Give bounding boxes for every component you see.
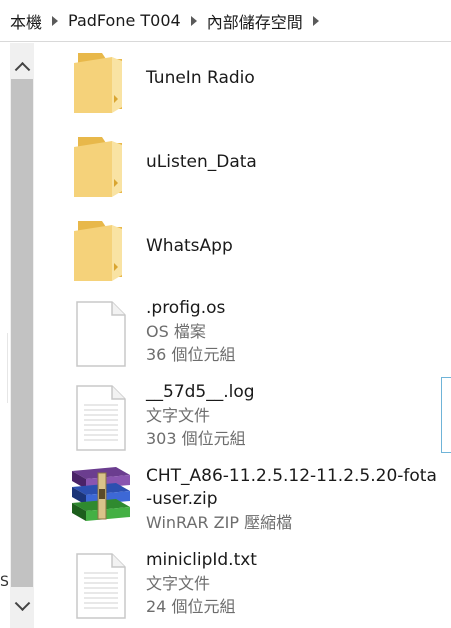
file-name: __57d5__.log — [146, 382, 255, 402]
text-document-icon — [68, 385, 132, 461]
file-name-line2: -user.zip — [146, 489, 218, 509]
file-type: WinRAR ZIP 壓縮檔 — [146, 513, 293, 532]
chevron-right-icon[interactable] — [305, 11, 327, 31]
file-type: 文字文件 — [146, 406, 211, 425]
file-size: 24 個位元組 — [146, 597, 236, 616]
file-type: 文字文件 — [146, 574, 211, 593]
breadcrumb-device[interactable]: PadFone T004 — [66, 11, 183, 30]
folder-icon — [68, 47, 132, 123]
list-item-folder[interactable]: uListen_Data — [34, 127, 439, 211]
file-name: uListen_Data — [146, 152, 257, 172]
chevron-up-icon — [14, 61, 30, 78]
list-item-file[interactable]: .profig.os OS 檔案 36 個位元組 — [34, 295, 439, 379]
folder-icon — [68, 131, 132, 207]
vertical-scrollbar[interactable] — [10, 43, 34, 628]
navigation-pane-edge: S — [0, 43, 10, 628]
scroll-down-button[interactable] — [10, 594, 34, 619]
selection-edge — [441, 377, 451, 453]
chevron-right-icon[interactable] — [44, 11, 66, 31]
breadcrumb-this-pc[interactable]: 本機 — [8, 9, 44, 33]
list-item-file[interactable]: __57d5__.log 文字文件 303 個位元組 — [34, 379, 439, 463]
list-item-folder[interactable]: TuneIn Radio — [34, 43, 439, 127]
winrar-archive-icon — [68, 465, 132, 541]
list-item-file[interactable]: miniclipId.txt 文字文件 24 個位元組 — [34, 547, 439, 628]
breadcrumb-internal-storage[interactable]: 內部儲存空間 — [205, 9, 305, 33]
nav-pane-partial-text: S — [0, 574, 9, 590]
scroll-thumb[interactable] — [11, 79, 33, 587]
chevron-down-icon — [14, 594, 30, 611]
folder-icon — [68, 215, 132, 291]
file-name-line1: CHT_A86-11.2.5.12-11.2.5.20-fota — [146, 466, 437, 486]
chevron-right-icon[interactable] — [183, 11, 205, 31]
list-item-file[interactable]: CHT_A86-11.2.5.12-11.2.5.20-fota -user.z… — [34, 463, 439, 547]
list-item-folder[interactable]: WhatsApp — [34, 211, 439, 295]
file-size: 303 個位元組 — [146, 429, 246, 448]
blank-document-icon — [68, 301, 132, 377]
file-name: miniclipId.txt — [146, 550, 257, 570]
file-name: TuneIn Radio — [146, 68, 255, 88]
text-document-icon — [68, 553, 132, 628]
file-name: WhatsApp — [146, 236, 233, 256]
file-list: TuneIn Radio uListen_Data WhatsApp .prof… — [34, 43, 439, 628]
nav-pane-divider — [0, 333, 8, 403]
scroll-up-button[interactable] — [10, 53, 34, 78]
file-name: .profig.os — [146, 298, 226, 318]
address-breadcrumb: 本機 PadFone T004 內部儲存空間 — [0, 0, 451, 42]
file-type: OS 檔案 — [146, 322, 206, 341]
file-size: 36 個位元組 — [146, 345, 236, 364]
